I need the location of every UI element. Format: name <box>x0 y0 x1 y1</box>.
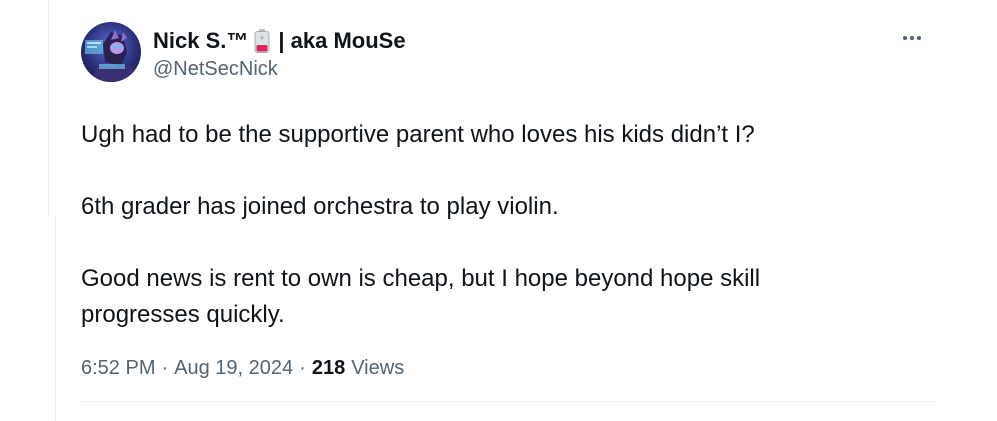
more-options-button[interactable] <box>897 26 927 50</box>
more-horizontal-icon-dot <box>910 36 914 40</box>
meta-separator: · <box>161 357 169 379</box>
svg-text:+: + <box>259 34 265 42</box>
views-count[interactable]: 218 <box>312 355 345 381</box>
avatar-hooded-mouse-icon <box>81 22 141 82</box>
tweet-text: Ugh had to be the supportive parent who … <box>81 117 881 333</box>
display-name-suffix[interactable]: | aka MouSe <box>278 27 405 55</box>
tweet-metadata: 6:52 PM · Aug 19, 2024 · 218 Views <box>81 355 937 381</box>
tweet-paragraph: Good news is rent to own is cheap, but I… <box>81 265 761 328</box>
tweet-card: Nick S.™ + | aka MouSe @NetSecNick Ugh h… <box>81 22 937 381</box>
meta-separator: · <box>299 357 306 379</box>
more-horizontal-icon <box>903 36 907 40</box>
display-name-row[interactable]: Nick S.™ + | aka MouSe <box>153 26 406 56</box>
tweet-date[interactable]: Aug 19, 2024 <box>174 355 293 381</box>
tweet-paragraph: Ugh had to be the supportive parent who … <box>81 121 755 148</box>
battery-low-emoji-icon: + <box>252 28 272 54</box>
left-divider-lower <box>55 216 56 421</box>
author-handle[interactable]: @NetSecNick <box>153 56 406 82</box>
author-names: Nick S.™ + | aka MouSe @NetSecNick <box>153 26 406 82</box>
tweet-time[interactable]: 6:52 PM <box>81 355 155 381</box>
more-horizontal-icon-dot <box>917 36 921 40</box>
avatar[interactable] <box>81 22 141 82</box>
tweet-header: Nick S.™ + | aka MouSe @NetSecNick <box>81 22 937 86</box>
display-name[interactable]: Nick S.™ <box>153 27 248 55</box>
bottom-divider <box>81 401 937 402</box>
left-divider <box>48 0 49 216</box>
views-label: Views <box>351 357 405 379</box>
tweet-paragraph: 6th grader has joined orchestra to play … <box>81 193 559 220</box>
